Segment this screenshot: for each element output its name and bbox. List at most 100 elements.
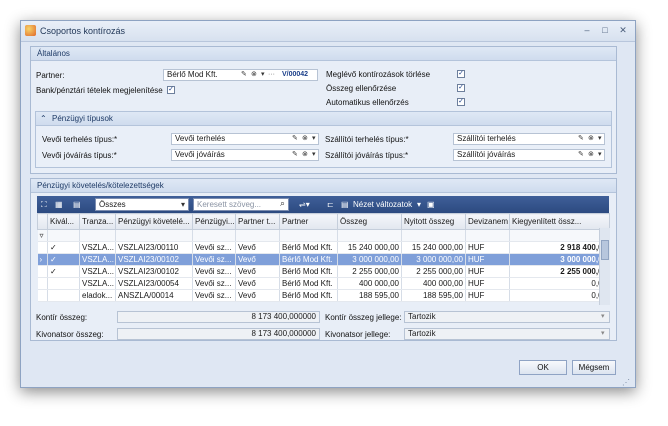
view-variants-button[interactable]: Nézet változatok <box>353 199 412 210</box>
edit-icon[interactable]: ✎ <box>292 150 298 160</box>
select-checkbox[interactable]: ✓ <box>47 241 80 254</box>
tiles-icon[interactable]: ▦ <box>55 199 63 210</box>
filter-cell[interactable] <box>79 229 116 242</box>
cell: eladok... <box>79 289 116 302</box>
cell: Bérlő Mod Kft. <box>279 289 338 302</box>
view-variants-icon[interactable]: ▤ <box>341 199 349 210</box>
resize-grip-icon[interactable]: ⋰ <box>622 378 630 387</box>
chevron-down-icon[interactable]: ▾ <box>312 134 316 144</box>
supplier-debit-field[interactable]: Szállítói terhelés ✎ ⊗ ▾ <box>453 133 605 145</box>
kontir-type-select[interactable]: Tartozik ▾ <box>404 311 610 323</box>
cell[interactable]: 3 000 000,00 <box>509 253 610 266</box>
collapse-icon[interactable]: ⌃ <box>40 114 47 123</box>
search-icon[interactable]: ⌕ <box>280 198 285 209</box>
delete-existing-checkbox[interactable]: ✓ <box>457 70 465 78</box>
edit-icon[interactable]: ✎ <box>292 134 298 144</box>
filter-cell[interactable] <box>47 229 80 242</box>
filter-cell[interactable] <box>279 229 338 242</box>
filter-row: ▿ <box>37 229 610 242</box>
chevron-down-icon[interactable]: ▾ <box>598 134 602 144</box>
bank-items-checkbox[interactable]: ✓ <box>167 86 175 94</box>
cell: VSZLAI23/00102 <box>115 265 193 278</box>
buyer-credit-field[interactable]: Vevői jóváírás ✎ ⊗ ▾ <box>171 149 319 161</box>
cell: Vevői sz... <box>192 277 236 290</box>
maximize-icon[interactable]: □ <box>599 24 611 36</box>
cell: VSZLA... <box>79 241 116 254</box>
minimize-icon[interactable]: – <box>581 24 593 36</box>
chevron-down-icon[interactable]: ▾ <box>261 70 265 80</box>
vertical-scrollbar[interactable] <box>599 228 610 305</box>
table-row[interactable]: eladok... ANSZLA/00014 Vevői sz... Vevő … <box>37 289 610 302</box>
financial-types-header: Pénzügyi típusok <box>52 114 113 123</box>
cell: Vevő <box>235 289 280 302</box>
select-checkbox[interactable]: ✓ <box>47 253 80 266</box>
clear-icon[interactable]: ⊗ <box>302 150 308 160</box>
close-icon[interactable]: ✕ <box>617 24 629 36</box>
chevron-down-icon[interactable]: ▾ <box>312 150 316 160</box>
supplier-credit-field[interactable]: Szállítói jóváírás ✎ ⊗ ▾ <box>453 149 605 161</box>
column-header[interactable]: Partner <box>279 213 338 230</box>
cell[interactable]: 0,00 <box>509 277 610 290</box>
supplier-debit-label: Szállítói terhelés típus:* <box>325 135 409 144</box>
table-row[interactable]: ✓ VSZLA... VSZLAI23/00102 Vevői sz... Ve… <box>37 265 610 278</box>
column-header[interactable]: Pénzügyi... <box>192 213 236 230</box>
statement-type-select[interactable]: Tartozik ▾ <box>404 328 610 340</box>
save-view-icon[interactable]: ▣ <box>427 199 435 210</box>
title-bar[interactable]: Csoportos kontírozás – □ ✕ <box>21 21 635 42</box>
more-icon[interactable]: ··· <box>268 70 275 80</box>
edit-icon[interactable]: ✎ <box>241 70 247 80</box>
column-header[interactable]: Pénzügyi követelé... <box>115 213 193 230</box>
grid-view-icon[interactable]: ⛶ <box>41 199 47 210</box>
clear-icon[interactable]: ⊗ <box>302 134 308 144</box>
clear-icon[interactable]: ⊗ <box>251 70 257 80</box>
supplier-credit-label: Szállítói jóváírás típus:* <box>325 151 409 160</box>
table-row[interactable]: ✓ VSZLA... VSZLAI23/00110 Vevői sz... Ve… <box>37 241 610 254</box>
table-row[interactable]: VSZLA... VSZLAI23/00054 Vevői sz... Vevő… <box>37 277 610 290</box>
column-header[interactable]: Kiegyenlített össz... <box>509 213 610 230</box>
select-checkbox[interactable] <box>47 289 80 302</box>
select-checkbox[interactable]: ✓ <box>47 265 80 278</box>
export-icon[interactable]: ▤ <box>73 199 81 210</box>
column-header[interactable]: Kivál... <box>47 213 80 230</box>
cell[interactable]: 2 255 000,00 <box>509 265 610 278</box>
cancel-button[interactable]: Mégsem <box>572 360 616 375</box>
scrollbar-thumb[interactable] <box>601 240 609 260</box>
cell[interactable]: 2 918 400,00 <box>509 241 610 254</box>
column-header[interactable]: Partner t... <box>235 213 280 230</box>
edit-icon[interactable]: ✎ <box>578 134 584 144</box>
column-settings-icon[interactable]: ⇌▾ <box>299 199 310 210</box>
partner-field[interactable]: Bérlő Mod Kft. ✎ ⊗ ▾ ··· V/00042 <box>163 69 318 81</box>
filter-cell[interactable] <box>337 229 402 242</box>
filter-icon[interactable]: ⊏ <box>327 199 334 210</box>
edit-icon[interactable]: ✎ <box>578 150 584 160</box>
column-header[interactable]: Tranza... <box>79 213 116 230</box>
column-header[interactable]: Nyitott összeg <box>401 213 466 230</box>
filter-funnel-icon[interactable]: ▿ <box>37 229 48 242</box>
row-indicator <box>37 241 48 254</box>
column-header[interactable]: Devizanem <box>465 213 510 230</box>
chevron-down-icon[interactable]: ▾ <box>181 199 185 210</box>
filter-cell[interactable] <box>465 229 510 242</box>
cell: HUF <box>465 253 510 266</box>
filter-cell[interactable] <box>401 229 466 242</box>
chevron-down-icon[interactable]: ▾ <box>417 199 421 210</box>
sum-check-checkbox[interactable]: ✓ <box>457 84 465 92</box>
table-row-selected[interactable]: › ✓ VSZLA... VSZLAI23/00102 Vevői sz... … <box>37 253 610 266</box>
buyer-debit-field[interactable]: Vevői terhelés ✎ ⊗ ▾ <box>171 133 319 145</box>
search-input[interactable]: Keresett szöveg... ⌕ <box>193 198 289 211</box>
filter-cell[interactable] <box>192 229 236 242</box>
chevron-down-icon[interactable]: ▾ <box>601 312 605 322</box>
column-header[interactable]: Összeg <box>337 213 402 230</box>
ok-button[interactable]: OK <box>519 360 567 375</box>
cell[interactable]: 0,00 <box>509 289 610 302</box>
clear-icon[interactable]: ⊗ <box>588 134 594 144</box>
auto-check-checkbox[interactable]: ✓ <box>457 98 465 106</box>
filter-cell[interactable] <box>509 229 610 242</box>
filter-cell[interactable] <box>235 229 280 242</box>
filter-cell[interactable] <box>115 229 193 242</box>
select-checkbox[interactable] <box>47 277 80 290</box>
clear-icon[interactable]: ⊗ <box>588 150 594 160</box>
filter-select[interactable]: Összes ▾ <box>95 198 189 211</box>
chevron-down-icon[interactable]: ▾ <box>601 329 605 339</box>
chevron-down-icon[interactable]: ▾ <box>598 150 602 160</box>
